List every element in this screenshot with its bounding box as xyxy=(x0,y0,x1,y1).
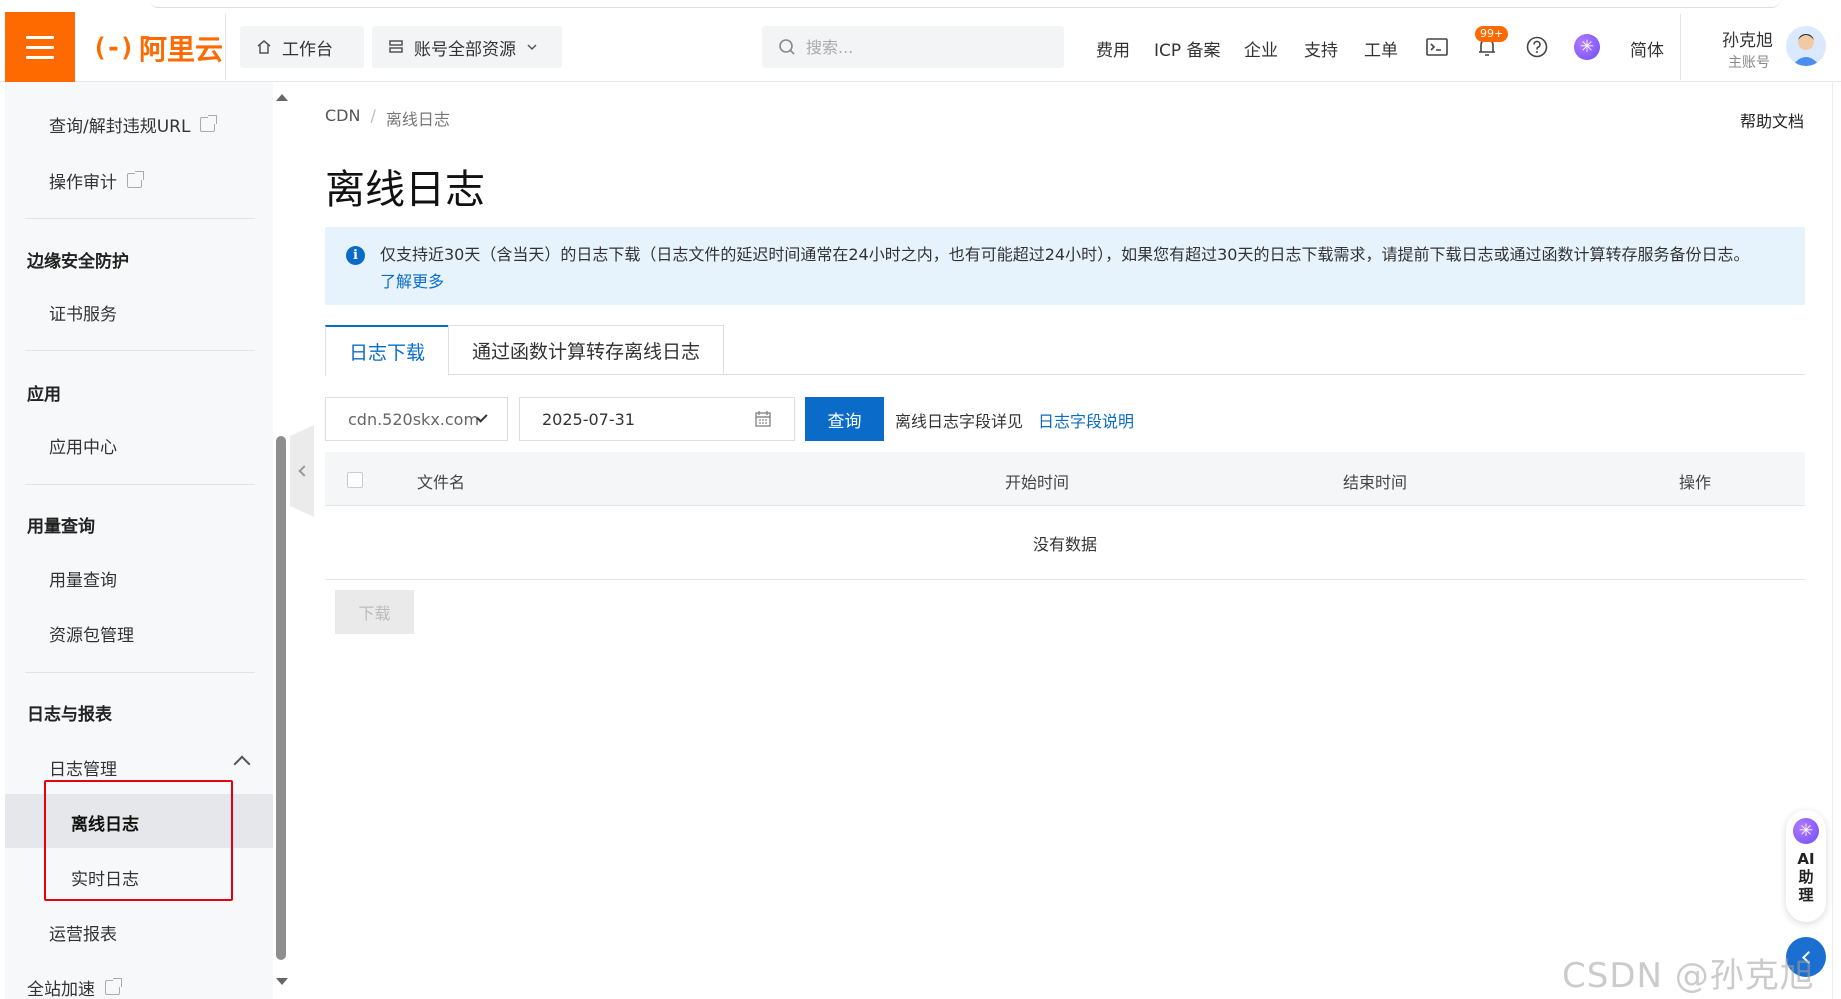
search-input[interactable] xyxy=(806,37,1026,57)
sidebar-divider xyxy=(25,484,255,485)
watermark: CSDN @孙克旭 xyxy=(1562,956,1815,996)
breadcrumb: CDN / 离线日志 xyxy=(325,106,450,130)
ai-assistant-float[interactable]: ✳ AI 助理 xyxy=(1786,810,1826,922)
chevron-left-icon xyxy=(298,465,310,477)
table-header: 文件名 开始时间 结束时间 操作 xyxy=(325,452,1805,506)
column-start-time: 开始时间 xyxy=(1005,473,1070,492)
resource-scope-dropdown[interactable]: 账号全部资源 xyxy=(372,26,562,68)
field-desc-text: 离线日志字段详见 xyxy=(895,412,1024,431)
date-picker[interactable]: 2025-07-31 xyxy=(519,397,795,441)
nav-enterprise[interactable]: 企业 xyxy=(1244,36,1278,61)
sidebar-divider xyxy=(25,218,255,219)
domain-select[interactable]: cdn.520skx.com xyxy=(325,397,508,441)
sidebar-item-usage-query[interactable]: 用量查询 xyxy=(49,566,117,591)
sidebar-item-app-center[interactable]: 应用中心 xyxy=(49,433,117,458)
calendar-icon xyxy=(755,411,771,427)
sidebar-item-audit[interactable]: 操作审计 xyxy=(49,168,144,193)
terminal-icon[interactable] xyxy=(1424,34,1450,60)
notification-badge: 99+ xyxy=(1475,26,1509,42)
sidebar-item-ops-report[interactable]: 运营报表 xyxy=(49,920,117,945)
column-filename: 文件名 xyxy=(417,473,466,492)
scroll-down-arrow[interactable] xyxy=(276,978,288,985)
sidebar-scrollbar[interactable] xyxy=(276,436,286,960)
sidebar-item-package-mgmt[interactable]: 资源包管理 xyxy=(49,621,134,646)
avatar[interactable] xyxy=(1786,26,1826,66)
scroll-up-arrow[interactable] xyxy=(276,94,288,101)
resource-scope-label: 账号全部资源 xyxy=(414,39,516,60)
user-avatar-icon xyxy=(1792,34,1820,66)
sidebar-group-apps: 应用 xyxy=(27,385,61,405)
highlight-box xyxy=(44,780,233,901)
divider xyxy=(225,14,226,80)
help-circle-icon[interactable] xyxy=(1524,34,1550,60)
global-search[interactable] xyxy=(762,26,1064,68)
sidebar-item-dcdn[interactable]: 全站加速 xyxy=(27,975,122,999)
date-value: 2025-07-31 xyxy=(542,409,635,429)
sidebar-group-usage: 用量查询 xyxy=(27,517,95,537)
divider xyxy=(1680,14,1681,80)
nav-support[interactable]: 支持 xyxy=(1304,36,1338,61)
hamburger-menu-icon[interactable] xyxy=(5,12,75,82)
info-notice: i 仅支持近30天（含当天）的日志下载（日志文件的延迟时间通常在24小时之内，也… xyxy=(325,227,1805,305)
aliyun-logo-icon: (-) xyxy=(92,33,135,63)
user-role: 主账号 xyxy=(1728,55,1770,71)
nav-icp[interactable]: ICP 备案 xyxy=(1154,36,1221,61)
sidebar-group-edge-security: 边缘安全防护 xyxy=(27,252,129,272)
query-button[interactable]: 查询 xyxy=(805,397,884,441)
aliyun-logo[interactable]: (-) 阿里云 xyxy=(92,30,223,66)
column-actions: 操作 xyxy=(1679,473,1712,492)
ai-assistant-icon[interactable]: ✳ xyxy=(1574,34,1600,60)
column-end-time: 结束时间 xyxy=(1343,473,1408,492)
sidebar-item-label: 全站加速 xyxy=(27,980,95,999)
browser-edge xyxy=(150,0,1780,8)
nav-ticket[interactable]: 工单 xyxy=(1364,36,1398,61)
breadcrumb-root[interactable]: CDN xyxy=(325,106,360,130)
help-doc-link[interactable]: 帮助文档 xyxy=(1740,108,1804,132)
home-icon xyxy=(257,40,271,54)
external-link-icon xyxy=(105,978,122,995)
server-icon xyxy=(389,40,403,53)
external-link-icon xyxy=(127,171,144,188)
workbench-label: 工作台 xyxy=(282,39,333,60)
right-border xyxy=(1832,82,1833,999)
domain-value: cdn.520skx.com xyxy=(348,409,480,429)
sidebar-item-label: 操作审计 xyxy=(49,173,117,193)
notice-text: 仅支持近30天（含当天）的日志下载（日志文件的延迟时间通常在24小时之内，也有可… xyxy=(380,245,1750,264)
logo-text: 阿里云 xyxy=(138,33,223,66)
page-title: 离线日志 xyxy=(325,167,485,213)
sidebar-item-log-mgmt[interactable]: 日志管理 xyxy=(49,755,117,780)
sidebar-divider xyxy=(25,672,255,673)
info-icon: i xyxy=(346,246,365,265)
tab-bar: 日志下载 通过函数计算转存离线日志 xyxy=(325,325,1805,376)
top-navbar: (-) 阿里云 工作台 账号全部资源 费用 ICP 备案 企业 支持 工单 99… xyxy=(0,0,1841,82)
sidebar-item-cert[interactable]: 证书服务 xyxy=(49,300,117,325)
select-all-checkbox[interactable] xyxy=(347,472,363,488)
tab-fc-transfer[interactable]: 通过函数计算转存离线日志 xyxy=(448,325,724,375)
nav-billing[interactable]: 费用 xyxy=(1096,36,1130,61)
language-switch[interactable]: 简体 xyxy=(1630,36,1664,61)
sidebar-group-logs: 日志与报表 xyxy=(27,705,112,725)
user-name[interactable]: 孙克旭 xyxy=(1722,26,1773,51)
search-icon xyxy=(779,39,795,55)
tab-log-download[interactable]: 日志下载 xyxy=(325,325,449,376)
breadcrumb-separator: / xyxy=(370,106,376,125)
sidebar-item-label: 查询/解封违规URL xyxy=(49,117,191,137)
chevron-down-icon xyxy=(527,44,537,51)
workbench-button[interactable]: 工作台 xyxy=(240,26,364,68)
field-desc-link[interactable]: 日志字段说明 xyxy=(1038,408,1134,432)
table-empty-state: 没有数据 xyxy=(325,506,1805,580)
sidebar-item-violation-url[interactable]: 查询/解封违规URL xyxy=(49,112,218,137)
sidebar-divider xyxy=(25,350,255,351)
breadcrumb-current: 离线日志 xyxy=(385,110,450,129)
external-link-icon xyxy=(200,115,218,132)
ai-sparkle-icon: ✳ xyxy=(1793,818,1819,844)
ai-assistant-label: AI 助理 xyxy=(1797,850,1815,904)
learn-more-link[interactable]: 了解更多 xyxy=(380,272,444,291)
sidebar-collapse-button[interactable] xyxy=(290,425,314,517)
download-button: 下载 xyxy=(335,590,414,634)
